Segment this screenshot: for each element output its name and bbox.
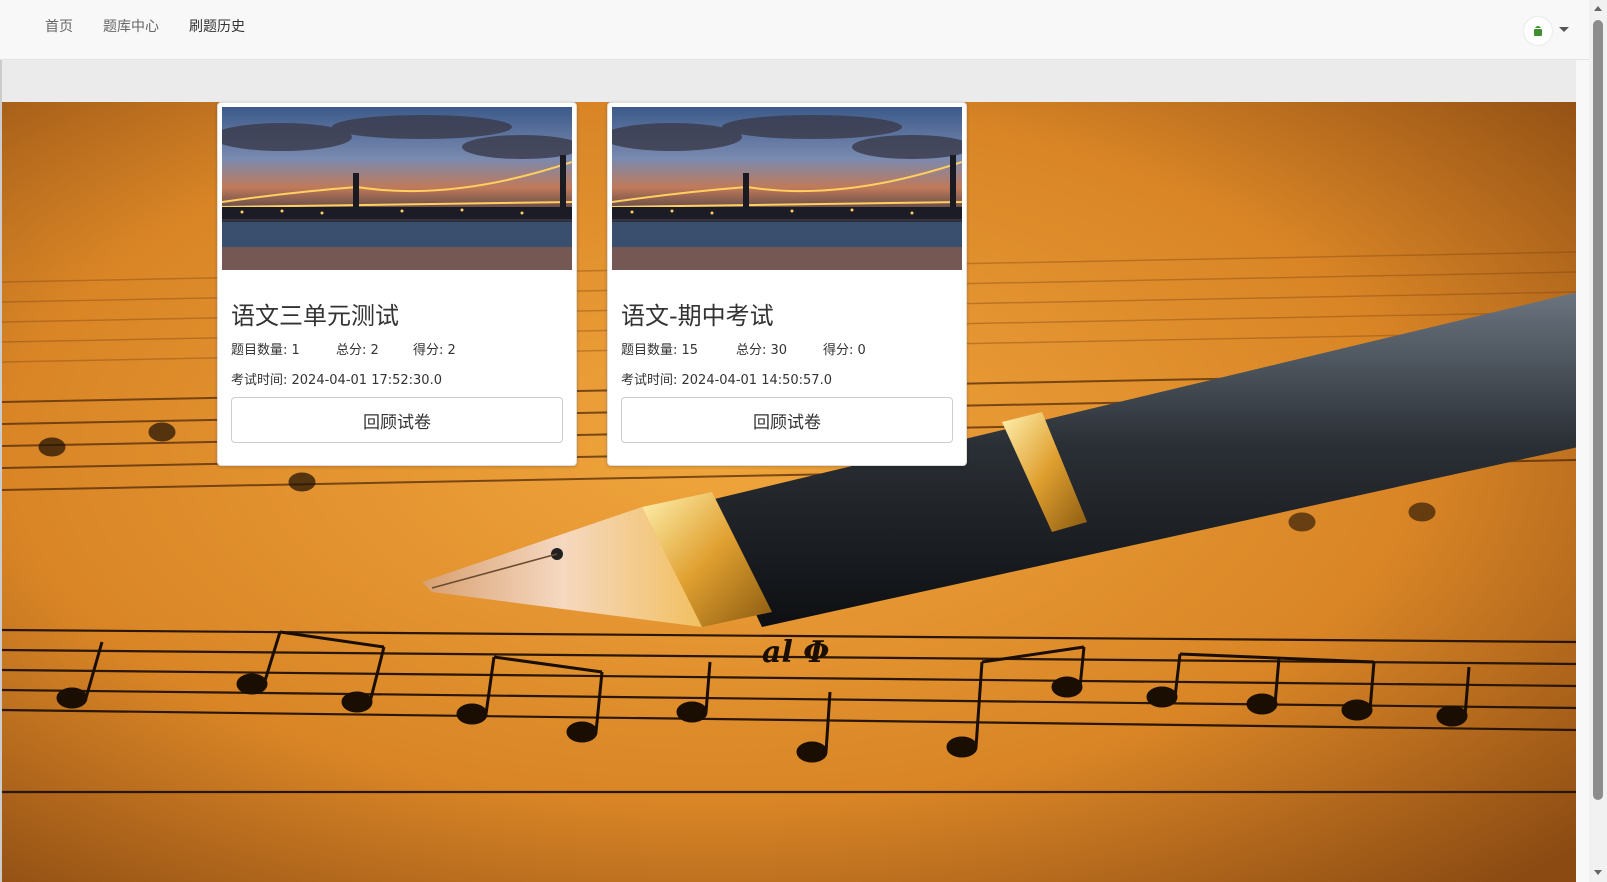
- chevron-down-icon[interactable]: [1559, 27, 1569, 32]
- exam-card: 语文三单元测试 题目数量: 1 总分: 2 得分: 2 考试时间: 2024-04-…: [217, 102, 577, 466]
- total-score: 总分: 30: [736, 343, 788, 358]
- exam-meta: 题目数量: 1 总分: 2 得分: 2: [231, 339, 456, 358]
- android-icon: [1534, 26, 1542, 36]
- exam-title: 语文三单元测试: [231, 302, 399, 330]
- scroll-up-icon[interactable]: [1594, 6, 1602, 11]
- nav-history[interactable]: 刷题历史: [189, 16, 245, 36]
- review-exam-button[interactable]: 回顾试卷: [231, 397, 563, 443]
- hero-dynamic-marking: al Φ: [762, 635, 829, 670]
- user-avatar[interactable]: [1524, 17, 1552, 45]
- earned-score: 得分: 0: [823, 343, 866, 358]
- scroll-down-icon[interactable]: [1594, 870, 1602, 875]
- nav-home[interactable]: 首页: [45, 16, 73, 36]
- scrollbar-thumb[interactable]: [1593, 20, 1603, 800]
- nav-question-bank[interactable]: 题库中心: [103, 16, 159, 36]
- question-count: 题目数量: 1: [231, 343, 300, 358]
- exam-title: 语文-期中考试: [621, 302, 774, 330]
- exam-card: 语文-期中考试 题目数量: 15 总分: 30 得分: 0 考试时间: 2024-0…: [607, 102, 967, 466]
- bridge-thumbnail: [222, 107, 572, 270]
- exam-time: 考试时间: 2024-04-01 17:52:30.0: [231, 373, 442, 388]
- top-navbar: 首页 题库中心 刷题历史: [0, 0, 1607, 60]
- earned-score: 得分: 2: [413, 343, 456, 358]
- total-score: 总分: 2: [336, 343, 379, 358]
- subheader-bar: [0, 60, 1576, 102]
- exam-time: 考试时间: 2024-04-01 14:50:57.0: [621, 373, 832, 388]
- question-count: 题目数量: 15: [621, 343, 699, 358]
- bridge-thumbnail: [612, 107, 962, 270]
- exam-meta: 题目数量: 15 总分: 30 得分: 0: [621, 339, 866, 358]
- review-exam-button[interactable]: 回顾试卷: [621, 397, 953, 443]
